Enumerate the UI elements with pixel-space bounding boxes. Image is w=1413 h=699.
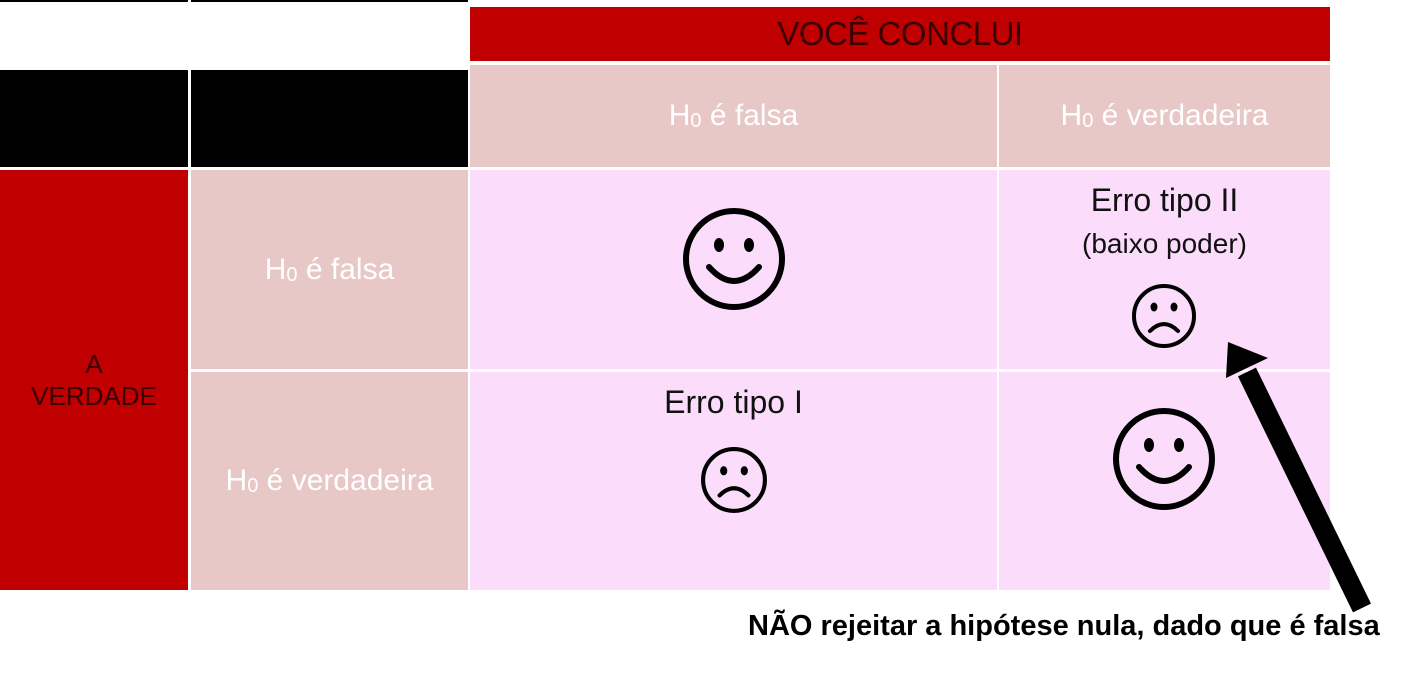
arrow-icon — [1226, 342, 1371, 613]
caption-text: NÃO rejeitar a hipótese nula, dado que é… — [748, 610, 1380, 642]
